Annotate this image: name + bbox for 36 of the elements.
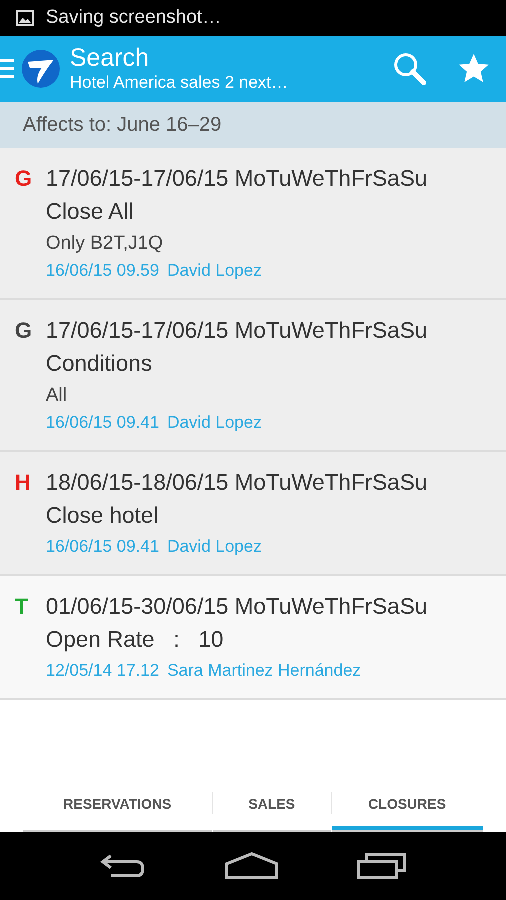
- recent-apps-icon[interactable]: [357, 852, 407, 880]
- closure-type-letter: G: [15, 317, 34, 345]
- closure-title: Close All: [46, 198, 135, 226]
- notification-text: Saving screenshot…: [46, 7, 222, 29]
- affects-range: Affects to: June 16–29: [23, 114, 222, 136]
- closure-item[interactable]: T 01/06/15-30/06/15 MoTuWeThFrSaSu Open Rate : 10 12/05/14 17.12 Sara Martinez Hernández: [0, 576, 506, 700]
- image-icon: [16, 10, 34, 26]
- timestamp: 16/06/15 09.59: [46, 260, 160, 282]
- closure-type-letter: G: [15, 165, 34, 193]
- closure-title: Open Rate : 10: [46, 626, 225, 654]
- closure-item[interactable]: G 17/06/15-17/06/15 MoTuWeThFrSaSu Close All Only B2T,J1Q 16/06/15 09.59 David Lopez: [0, 148, 506, 300]
- timestamp: 12/05/14 17.12: [46, 660, 160, 682]
- author-name: David Lopez: [167, 412, 262, 434]
- timestamp: 16/06/15 09.41: [46, 536, 160, 558]
- date-range: 17/06/15-17/06/15 MoTuWeThFrSaSu: [46, 165, 428, 193]
- author-name: Sara Martinez Hernández: [167, 660, 362, 682]
- author-name: David Lopez: [167, 260, 262, 282]
- search-icon: [393, 52, 427, 86]
- screen-subtitle: Hotel America sales 2 next…: [70, 72, 290, 94]
- closure-item[interactable]: H 18/06/15-18/06/15 MoTuWeThFrSaSu Close hotel 16/06/15 09.41 David Lopez: [0, 452, 506, 576]
- date-range: 18/06/15-18/06/15 MoTuWeThFrSaSu: [46, 469, 428, 497]
- timestamp: 16/06/15 09.41: [46, 412, 160, 434]
- back-icon[interactable]: [99, 852, 147, 880]
- closure-type-letter: H: [15, 469, 32, 497]
- closure-detail: All: [46, 384, 68, 408]
- date-range: 17/06/15-17/06/15 MoTuWeThFrSaSu: [46, 317, 428, 345]
- closure-title: Conditions: [46, 350, 154, 378]
- author-name: David Lopez: [167, 536, 262, 558]
- closure-type-letter: T: [15, 593, 30, 621]
- app-logo-icon[interactable]: [0, 48, 62, 90]
- closure-title: Close hotel: [46, 502, 160, 530]
- closure-item[interactable]: G 17/06/15-17/06/15 MoTuWeThFrSaSu Conditions All 16/06/15 09.41 David Lopez: [0, 300, 506, 452]
- closure-detail: Only B2T,J1Q: [46, 232, 164, 256]
- screen-title: Search: [70, 44, 150, 72]
- date-range: 01/06/15-30/06/15 MoTuWeThFrSaSu: [46, 593, 428, 621]
- home-icon[interactable]: [225, 852, 279, 880]
